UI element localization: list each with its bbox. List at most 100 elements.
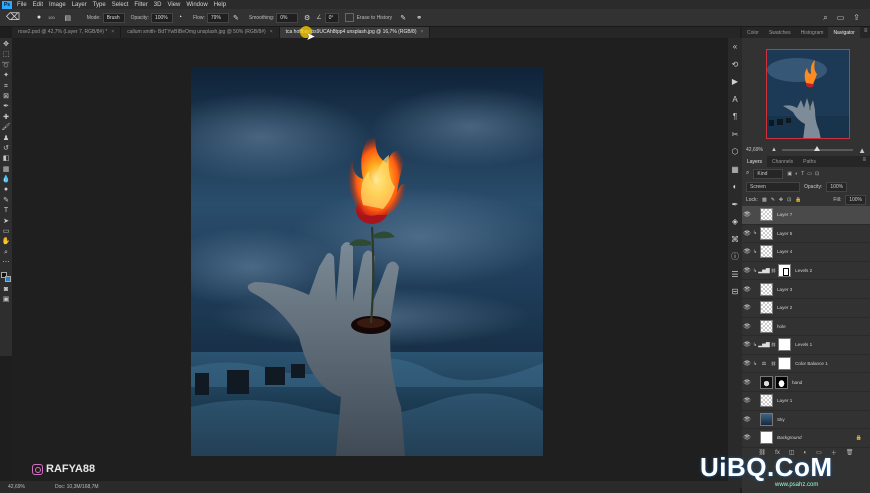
mask-link-icon[interactable]: ⛓ bbox=[771, 361, 776, 366]
info-icon[interactable]: ⓘ bbox=[730, 252, 740, 262]
layer-row[interactable]: 👁 Layer 7 bbox=[742, 206, 870, 225]
navigator-preview[interactable] bbox=[766, 49, 850, 139]
filter-smart-icon[interactable]: ⊡ bbox=[815, 171, 819, 177]
layer-row[interactable]: 👁 Layer 1 bbox=[742, 392, 870, 411]
quick-mask-icon[interactable]: ◙ bbox=[2, 285, 11, 294]
zoom-tool-icon[interactable]: ⌕ bbox=[2, 248, 11, 257]
move-tool-icon[interactable]: ✥ bbox=[2, 40, 11, 49]
filter-type-icon[interactable]: T bbox=[801, 171, 804, 177]
path-select-tool-icon[interactable]: ➤ bbox=[2, 217, 11, 226]
close-tab-icon[interactable]: × bbox=[111, 29, 114, 35]
visibility-eye-icon[interactable]: 👁 bbox=[742, 360, 752, 367]
adjustments-icon[interactable]: ◐ bbox=[730, 182, 740, 192]
opacity-input[interactable]: 100% bbox=[150, 12, 173, 23]
visibility-eye-icon[interactable]: 👁 bbox=[742, 416, 752, 423]
background-color[interactable] bbox=[5, 275, 11, 282]
levels-adjustment-icon[interactable]: ▂▅▇ bbox=[758, 265, 770, 277]
lock-transparent-icon[interactable]: ▩ bbox=[762, 197, 767, 203]
paragraph-icon[interactable]: ¶ bbox=[730, 112, 740, 122]
menu-view[interactable]: View bbox=[164, 2, 183, 8]
eraser-tool-icon[interactable]: ⌫ bbox=[6, 11, 20, 25]
layer-mask-thumbnail[interactable] bbox=[778, 357, 792, 371]
styles-icon[interactable]: ◈ bbox=[730, 217, 740, 227]
tab-color[interactable]: Color bbox=[742, 27, 764, 38]
collapse-icon[interactable]: « bbox=[730, 42, 740, 52]
layer-thumbnail[interactable] bbox=[760, 282, 773, 296]
close-tab-icon[interactable]: × bbox=[421, 29, 424, 35]
layer-thumbnail[interactable] bbox=[760, 301, 773, 315]
zoom-in-icon[interactable]: ▲ bbox=[858, 146, 866, 155]
share-icon[interactable]: ⇪ bbox=[853, 13, 860, 23]
play-action-icon[interactable]: ▶ bbox=[730, 77, 740, 87]
more-tools-icon[interactable]: ⋯ bbox=[2, 258, 11, 267]
visibility-eye-icon[interactable]: 👁 bbox=[742, 379, 752, 386]
menu-layer[interactable]: Layer bbox=[69, 2, 90, 8]
visibility-eye-icon[interactable]: 👁 bbox=[742, 323, 752, 330]
layer-thumbnail[interactable] bbox=[760, 431, 773, 445]
layer-mask-thumbnail[interactable] bbox=[775, 375, 788, 389]
eyedropper-tool-icon[interactable]: ✒ bbox=[2, 102, 11, 111]
mode-select[interactable]: Brush bbox=[102, 12, 125, 23]
menu-filter[interactable]: Filter bbox=[131, 2, 150, 8]
lock-position-icon[interactable]: ✥ bbox=[779, 197, 783, 203]
clone-source-icon[interactable]: ⌘ bbox=[730, 235, 740, 245]
visibility-eye-icon[interactable]: 👁 bbox=[742, 267, 752, 274]
blur-tool-icon[interactable]: 💧 bbox=[2, 175, 11, 184]
filter-shape-icon[interactable]: ▭ bbox=[807, 171, 812, 177]
eraser-tool-icon[interactable]: ◧ bbox=[2, 154, 11, 163]
erase-to-history-checkbox[interactable] bbox=[344, 13, 354, 22]
levels-adjustment-icon[interactable]: ▂▅▇ bbox=[758, 339, 770, 351]
layer-row[interactable]: 👁 ↳ Layer 5 bbox=[742, 225, 870, 244]
layer-thumbnail[interactable] bbox=[760, 245, 773, 259]
screen-mode-icon[interactable]: ▣ bbox=[2, 295, 11, 304]
layer-thumbnail[interactable] bbox=[760, 412, 773, 426]
tab-rose2[interactable]: rose2.psd @ 42,7% (Layer 7, RGB/8#) * × bbox=[12, 27, 122, 38]
character-icon[interactable]: A bbox=[730, 95, 740, 105]
visibility-eye-icon[interactable]: 👁 bbox=[742, 304, 752, 311]
visibility-eye-icon[interactable]: 👁 bbox=[742, 341, 752, 348]
visibility-eye-icon[interactable]: 👁 bbox=[742, 248, 752, 255]
lasso-tool-icon[interactable]: ➰ bbox=[2, 61, 11, 70]
pen-tool-icon[interactable]: ✎ bbox=[2, 196, 11, 205]
visibility-eye-icon[interactable]: 👁 bbox=[742, 434, 752, 441]
menu-window[interactable]: Window bbox=[183, 2, 210, 8]
layer-opacity-input[interactable]: 100% bbox=[826, 181, 848, 192]
layer-mask-thumbnail[interactable] bbox=[778, 338, 792, 352]
tab-histogram[interactable]: Histogram bbox=[796, 27, 829, 38]
layer-thumbnail[interactable] bbox=[760, 226, 773, 240]
zoom-out-icon[interactable]: ▲ bbox=[771, 147, 777, 153]
airbrush-icon[interactable]: ✎ bbox=[231, 11, 241, 25]
color-balance-icon[interactable]: ⚖ bbox=[758, 358, 770, 370]
tab-layers[interactable]: Layers bbox=[742, 156, 768, 167]
hand-tool-icon[interactable]: ✋ bbox=[2, 237, 11, 246]
brush-preset-icon[interactable]: ● bbox=[32, 11, 46, 25]
layers-panel-menu-icon[interactable]: ≡ bbox=[858, 156, 870, 167]
lock-artboard-icon[interactable]: ⊡ bbox=[787, 197, 791, 203]
blend-mode-select[interactable]: Screen bbox=[746, 181, 800, 192]
menu-edit[interactable]: Edit bbox=[30, 2, 46, 8]
tab-navigator[interactable]: Navigator bbox=[828, 27, 860, 38]
tab-channels[interactable]: Channels bbox=[767, 156, 798, 167]
visibility-eye-icon[interactable]: 👁 bbox=[742, 230, 752, 237]
history-icon[interactable]: ⟲ bbox=[730, 60, 740, 70]
tab-callum-smith[interactable]: callum smith- BdTYwBIBeOmg unsplash.jpg … bbox=[121, 27, 280, 38]
shape-tool-icon[interactable]: ▭ bbox=[2, 227, 11, 236]
brushes-icon[interactable]: ✒ bbox=[730, 200, 740, 210]
tab-swatches[interactable]: Swatches bbox=[764, 27, 796, 38]
layer-row[interactable]: 👁 Layer 3 bbox=[742, 280, 870, 299]
pressure-size-icon[interactable]: ✎ bbox=[398, 11, 408, 25]
history-brush-tool-icon[interactable]: ↺ bbox=[2, 144, 11, 153]
brush-settings-icon[interactable]: ▤ bbox=[61, 11, 75, 25]
pressure-opacity-icon[interactable]: ◔ bbox=[175, 11, 185, 25]
layer-row[interactable]: 👁 Layer 2 bbox=[742, 299, 870, 318]
layer-row[interactable]: 👁 ↳ ▂▅▇ ⛓ Levels 1 bbox=[742, 336, 870, 355]
visibility-eye-icon[interactable]: 👁 bbox=[742, 286, 752, 293]
close-tab-icon[interactable]: × bbox=[270, 29, 273, 35]
layer-row[interactable]: 👁 Sky bbox=[742, 411, 870, 430]
layer-thumbnail[interactable] bbox=[760, 394, 773, 408]
properties-icon[interactable]: ☰ bbox=[730, 270, 740, 280]
menu-help[interactable]: Help bbox=[211, 2, 229, 8]
lock-image-icon[interactable]: ✎ bbox=[771, 197, 775, 203]
delete-layer-icon[interactable]: 🗑 bbox=[846, 449, 854, 456]
color-swatches[interactable] bbox=[1, 271, 11, 282]
